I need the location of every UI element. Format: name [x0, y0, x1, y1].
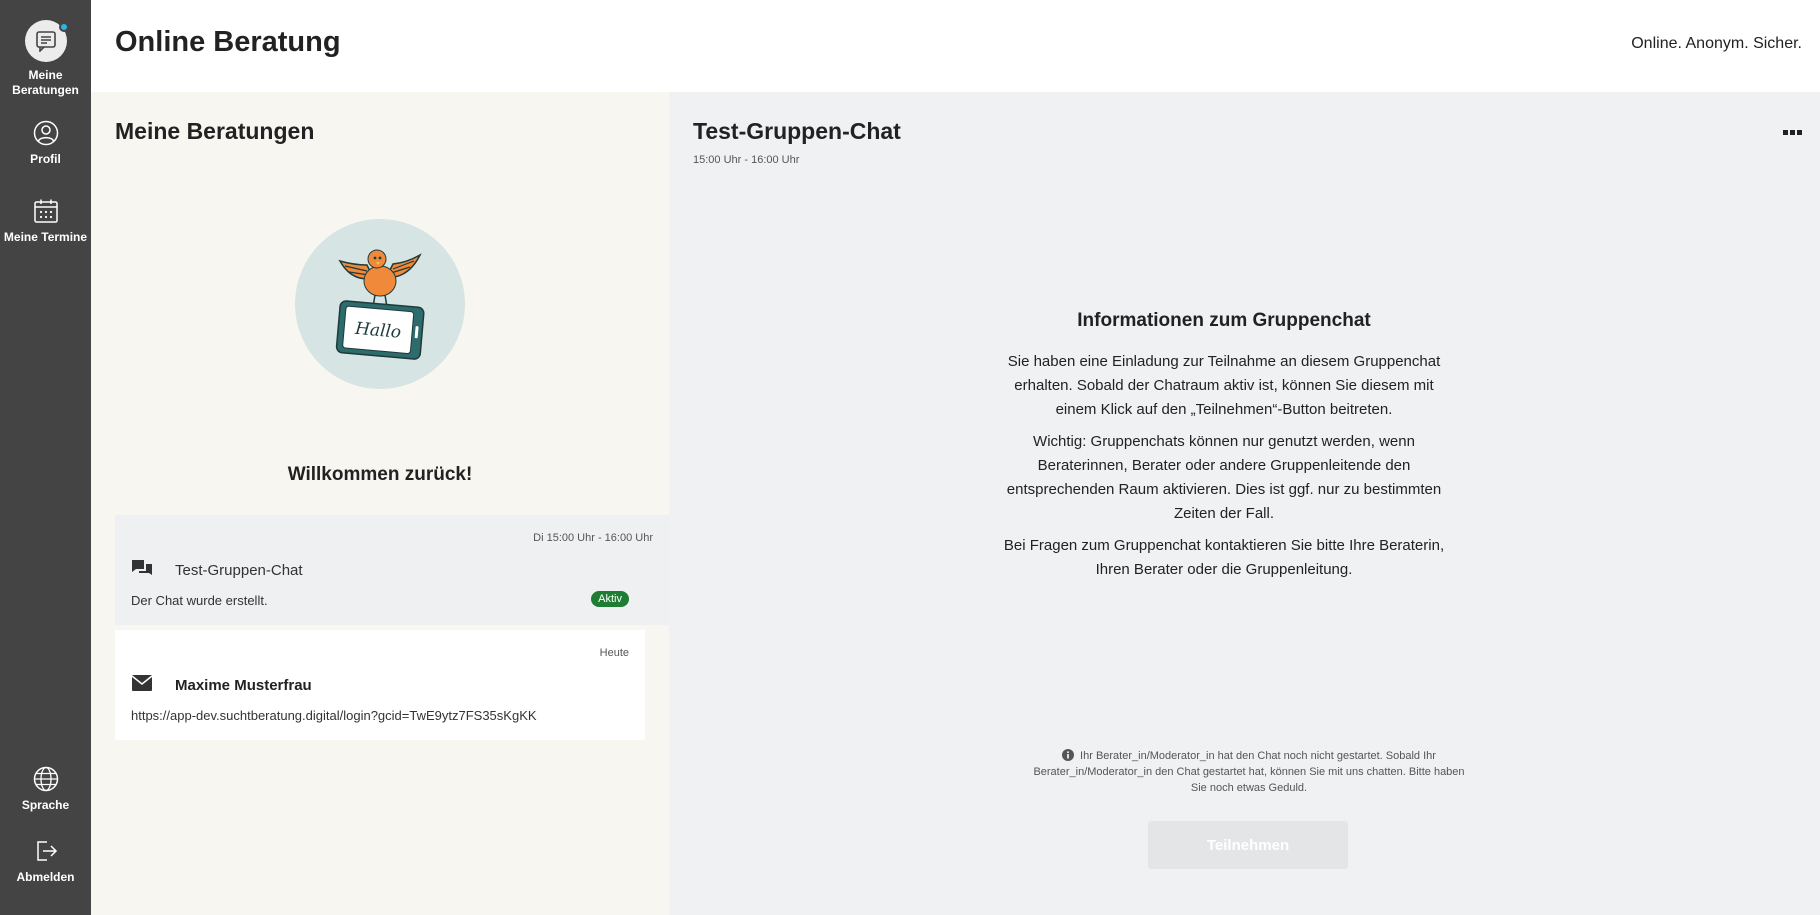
info-paragraph: Sie haben eine Einladung zur Teilnahme a… [1007, 353, 1441, 418]
info-paragraph: Wichtig: Gruppenchats können nur genutzt… [1006, 433, 1442, 522]
dot-icon [1797, 130, 1802, 135]
session-date: Di 15:00 Uhr - 16:00 Uhr [533, 532, 653, 544]
info-paragraph: Bei Fragen zum Gruppenchat kontaktieren … [1003, 537, 1445, 578]
sidebar-item-label: Meine Termine [3, 230, 88, 244]
sidebar-item-label: Abmelden [16, 870, 75, 884]
session-item-group-chat[interactable]: Di 15:00 Uhr - 16:00 Uhr Test-Gruppen-Ch… [115, 515, 669, 625]
join-button[interactable]: Teilnehmen [1148, 821, 1348, 869]
globe-icon [33, 766, 58, 792]
info-icon [1062, 749, 1075, 761]
welcome-heading: Willkommen zurück! [287, 464, 473, 485]
session-last-message: Der Chat wurde erstellt. [131, 593, 268, 608]
group-chat-icon [132, 560, 152, 575]
welcome-illustration: Hallo [295, 219, 465, 389]
list-title: Meine Beratungen [115, 118, 315, 144]
status-badge: Aktiv [591, 591, 629, 607]
app-header: Online Beratung Online. Anonym. Sicher. [91, 0, 1820, 92]
tagline: Online. Anonym. Sicher. [1631, 35, 1802, 52]
bird-hallo-illustration: Hallo [335, 249, 425, 360]
envelope-icon [131, 675, 153, 691]
app-title: Online Beratung [115, 26, 341, 58]
session-date: Heute [599, 647, 629, 659]
sidebar-item-abmelden[interactable]: Abmelden [0, 838, 91, 885]
chat-panel: Test-Gruppen-Chat 15:00 Uhr - 16:00 Uhr … [669, 92, 1820, 915]
notification-dot [58, 22, 69, 32]
calendar-icon [33, 199, 58, 223]
notice-text: Ihr Berater_in/Moderator_in hat den Chat… [1033, 750, 1465, 794]
sidebar-item-sprache[interactable]: Sprache [0, 766, 91, 813]
sidebar-item-meine-beratungen[interactable]: Meine Beratungen [0, 20, 91, 98]
chat-not-started-notice: Ihr Berater_in/Moderator_in hat den Chat… [1024, 748, 1474, 796]
session-last-message: https://app-dev.suchtberatung.digital/lo… [131, 708, 537, 723]
chat-title: Test-Gruppen-Chat [693, 118, 901, 144]
session-list-panel: Meine Beratungen Hallo Willkommen zurück [91, 92, 669, 915]
info-title: Informationen zum Gruppenchat [1077, 310, 1371, 331]
sidebar-item-label: Sprache [21, 798, 70, 812]
illustration-text: Hallo [353, 319, 402, 343]
sidebar-item-meine-termine[interactable]: Meine Termine [0, 198, 91, 245]
group-chat-info: Informationen zum Gruppenchat Sie haben … [999, 310, 1449, 590]
more-options-button[interactable] [1783, 130, 1802, 135]
sidebar-item-label: Profil [30, 152, 61, 166]
dot-icon [1783, 130, 1788, 135]
session-name: Maxime Musterfrau [175, 677, 312, 694]
active-indicator [24, 20, 69, 62]
user-icon [33, 120, 58, 146]
logout-icon [36, 841, 57, 861]
session-item-direct[interactable]: Heute Maxime Musterfrau https://app-dev.… [115, 630, 645, 740]
session-name: Test-Gruppen-Chat [175, 562, 303, 579]
chat-list-icon [35, 31, 56, 52]
chat-time: 15:00 Uhr - 16:00 Uhr [693, 154, 800, 166]
sidebar: Meine Beratungen Profil Meine Termine Sp… [0, 0, 91, 915]
dot-icon [1790, 130, 1795, 135]
sidebar-item-profil[interactable]: Profil [0, 120, 91, 167]
sidebar-item-label: Meine Beratungen [12, 68, 79, 97]
